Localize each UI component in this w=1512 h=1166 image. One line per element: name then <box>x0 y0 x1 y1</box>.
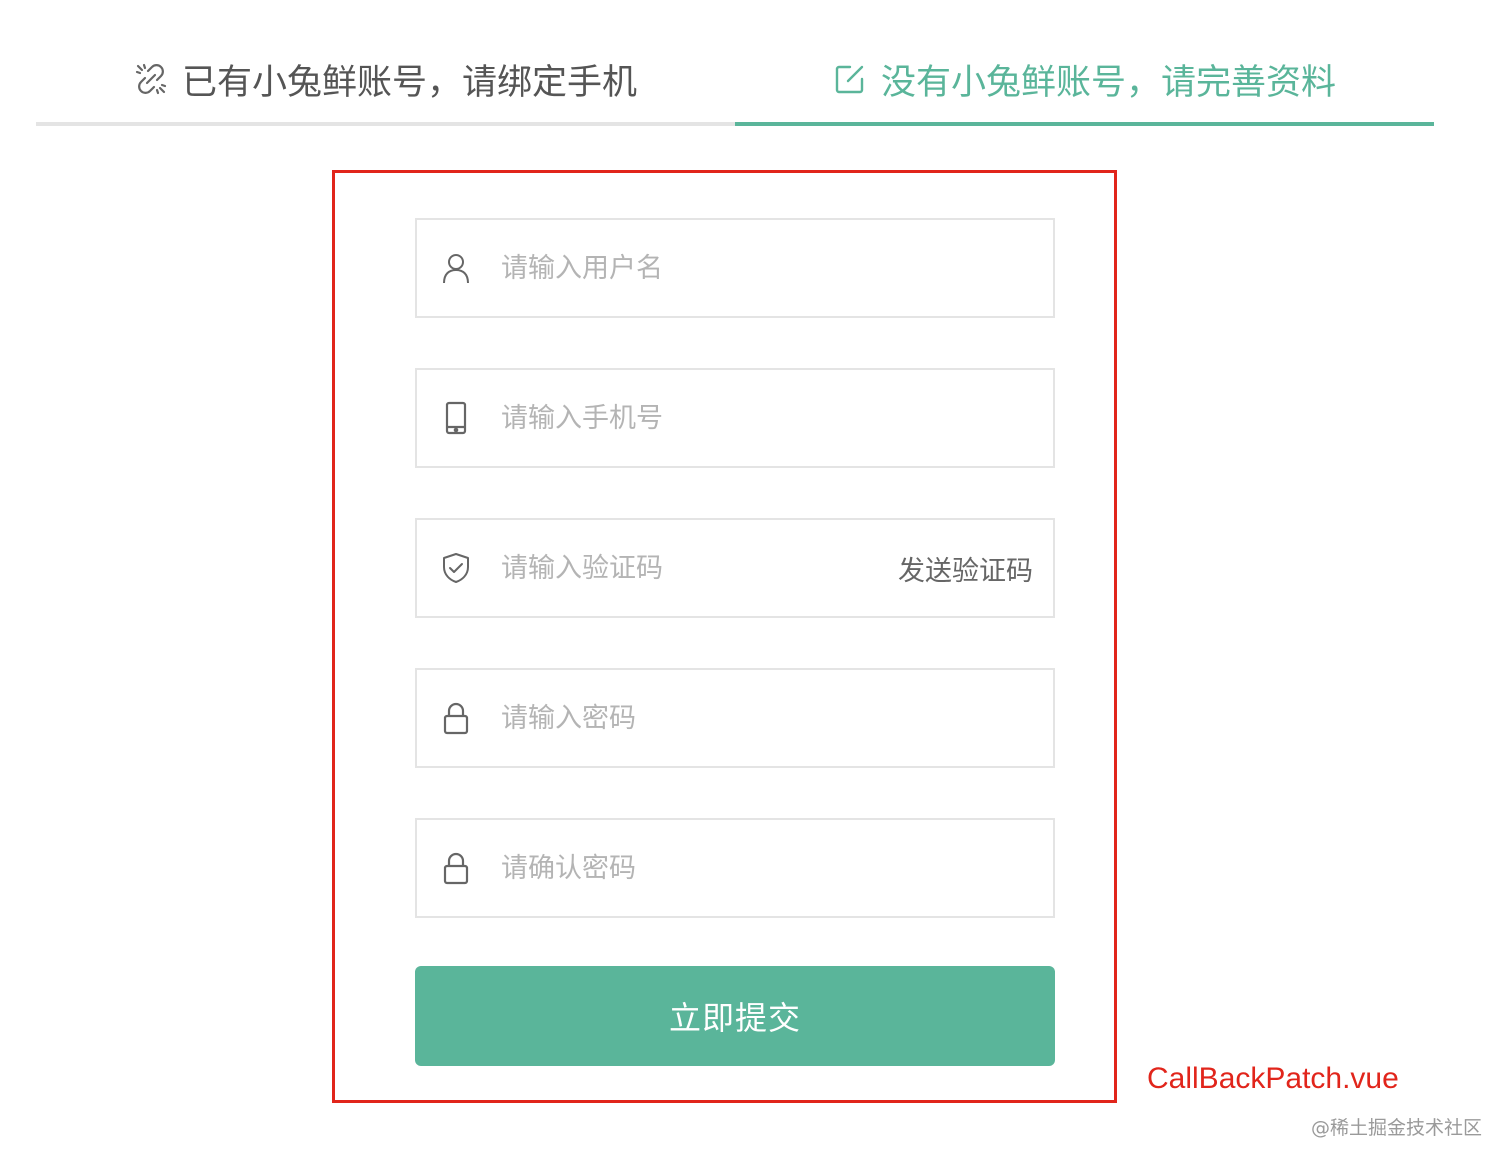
tab-complete-profile[interactable]: 没有小兔鲜账号，请完善资料 <box>735 40 1434 126</box>
lock-icon <box>441 850 471 886</box>
send-code-button[interactable]: 发送验证码 <box>898 549 1033 588</box>
lock-icon <box>441 700 471 736</box>
filename-annotation: CallBackPatch.vue <box>1147 1062 1399 1095</box>
watermark: @稀土掘金技术社区 <box>1310 1117 1482 1139</box>
code-field: 发送验证码 <box>415 518 1055 618</box>
shield-icon <box>441 550 471 586</box>
tab-complete-profile-label: 没有小兔鲜账号，请完善资料 <box>880 62 1336 103</box>
tab-bind-phone[interactable]: 已有小兔鲜账号，请绑定手机 <box>36 40 735 126</box>
tab-bar: 已有小兔鲜账号，请绑定手机 没有小兔鲜账号，请完善资料 <box>36 40 1434 126</box>
code-input[interactable] <box>499 537 898 599</box>
confirm-password-input[interactable] <box>499 837 1053 899</box>
mobile-input[interactable] <box>499 387 1053 449</box>
unlink-icon <box>134 62 168 96</box>
submit-button[interactable]: 立即提交 <box>415 966 1055 1066</box>
tab-underline-active <box>735 122 1434 126</box>
tab-bind-phone-label: 已有小兔鲜账号，请绑定手机 <box>181 62 637 103</box>
tab-underline <box>36 122 735 126</box>
user-icon <box>441 250 471 286</box>
mobile-field <box>415 368 1055 468</box>
password-field <box>415 668 1055 768</box>
confirm-password-field <box>415 818 1055 918</box>
password-input[interactable] <box>499 687 1053 749</box>
edit-icon <box>833 62 867 96</box>
phone-icon <box>441 400 471 436</box>
username-field <box>415 218 1055 318</box>
username-input[interactable] <box>499 237 1053 299</box>
